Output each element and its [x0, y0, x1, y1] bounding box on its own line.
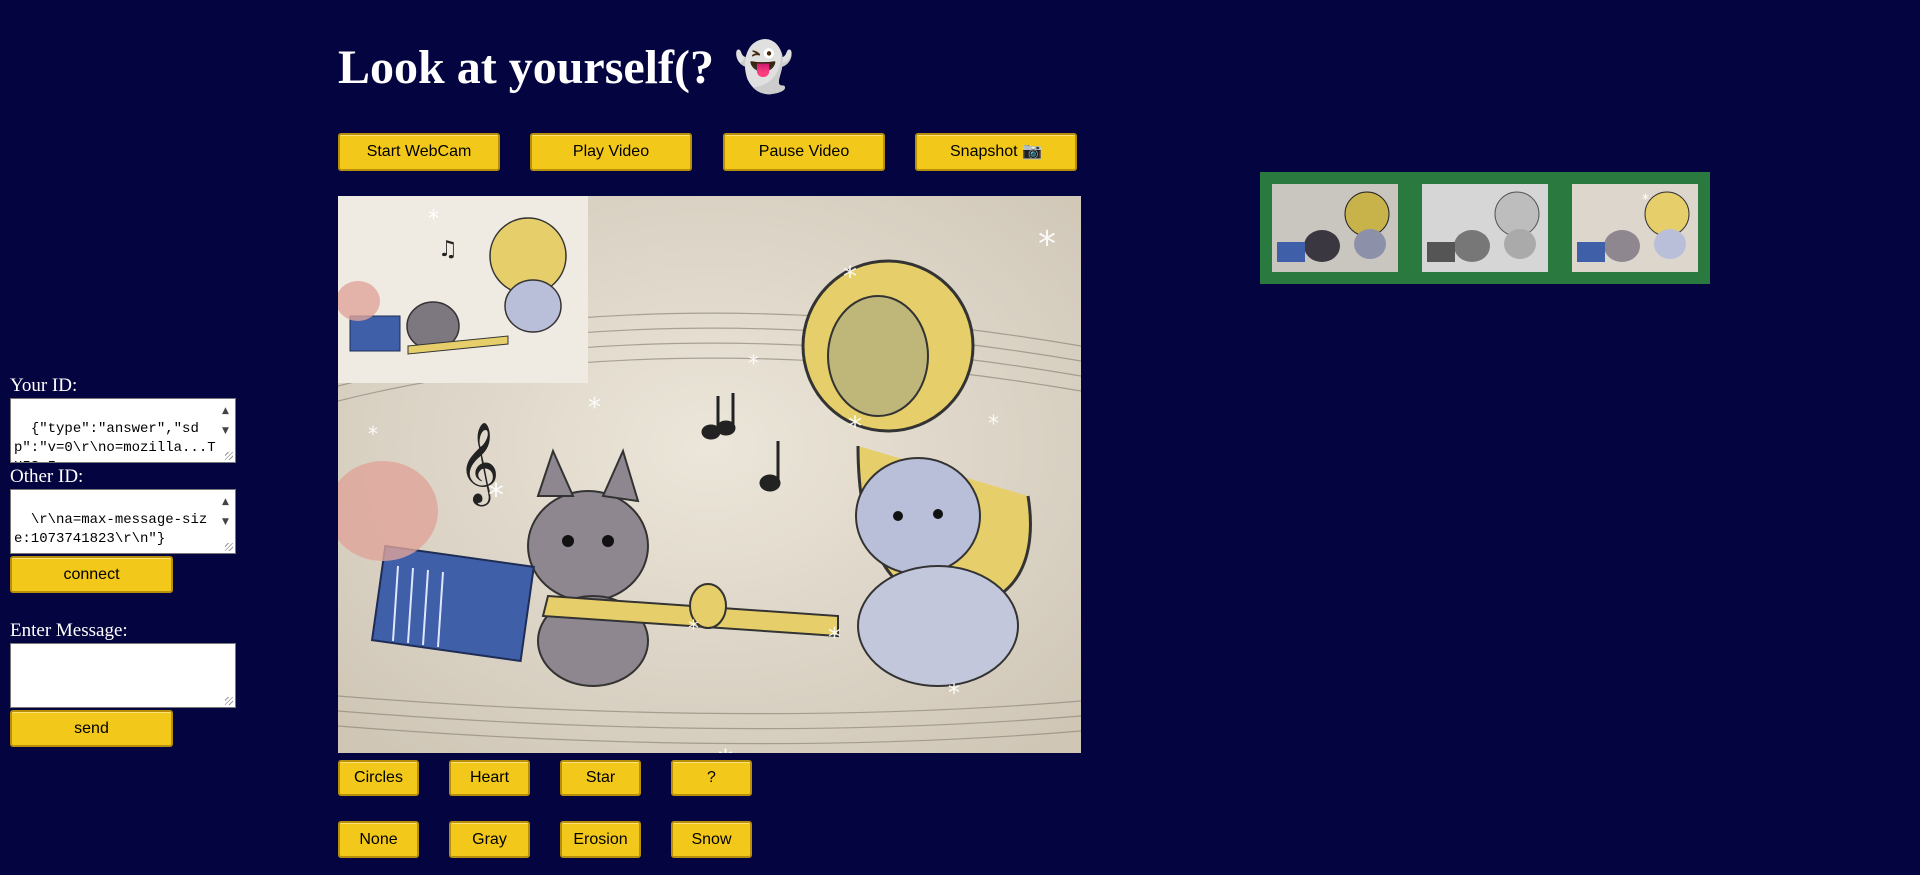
svg-text:♫: ♫: [438, 237, 458, 262]
svg-text:*: *: [368, 422, 378, 446]
filter-erosion-button[interactable]: Erosion: [560, 821, 641, 858]
svg-text:*: *: [718, 744, 733, 753]
ghost-icon: 👻: [733, 39, 794, 95]
your-id-text: {"type":"answer","sdp":"v=0\r\no=mozilla…: [14, 421, 216, 462]
filter-gray-button[interactable]: Gray: [449, 821, 530, 858]
page-title-text: Look at yourself(?: [338, 41, 714, 94]
svg-text:*: *: [428, 207, 439, 232]
snapshot-strip: *: [1260, 172, 1710, 284]
filter-snow-button[interactable]: Snow: [671, 821, 752, 858]
play-video-button[interactable]: Play Video: [530, 133, 692, 171]
svg-text:*: *: [1038, 224, 1056, 265]
svg-text:*: *: [748, 352, 759, 377]
shape-unknown-button[interactable]: ?: [671, 760, 752, 796]
svg-text:*: *: [828, 623, 841, 653]
svg-text:*: *: [843, 260, 857, 293]
page-title: Look at yourself(? 👻: [338, 38, 794, 95]
snapshot-button[interactable]: Snapshot 📷: [915, 133, 1077, 171]
filter-none-button[interactable]: None: [338, 821, 419, 858]
snapshot-thumbnail[interactable]: *: [1572, 184, 1698, 272]
snapshot-image: *: [1572, 184, 1698, 272]
pip-frame: ♫ *: [338, 196, 588, 383]
shape-star-button[interactable]: Star: [560, 760, 641, 796]
resize-grip-icon[interactable]: [225, 697, 233, 705]
svg-text:*: *: [848, 410, 862, 443]
your-id-label: Your ID:: [10, 375, 78, 396]
accordion-drawing: [370, 544, 535, 663]
video-canvas[interactable]: 𝄞 * * * * * * * * * * * * * *: [338, 196, 1081, 753]
send-button[interactable]: send: [10, 710, 173, 747]
message-input[interactable]: [10, 643, 236, 708]
resize-grip-icon[interactable]: [225, 543, 233, 551]
shape-heart-button[interactable]: Heart: [449, 760, 530, 796]
snapshot-image: [1422, 184, 1548, 272]
svg-text:*: *: [1642, 192, 1649, 208]
your-id-field[interactable]: {"type":"answer","sdp":"v=0\r\no=mozilla…: [10, 398, 236, 463]
svg-text:*: *: [488, 476, 504, 514]
pip-thumbnail: ♫ *: [338, 196, 588, 383]
svg-text:*: *: [588, 393, 601, 423]
snapshot-thumbnail[interactable]: [1422, 184, 1548, 272]
other-id-text: \r\na=max-message-size:1073741823\r\n"}: [14, 512, 208, 547]
snapshot-thumbnail[interactable]: [1272, 184, 1398, 272]
other-id-field[interactable]: \r\na=max-message-size:1073741823\r\n"} …: [10, 489, 236, 554]
pause-video-button[interactable]: Pause Video: [723, 133, 885, 171]
message-label: Enter Message:: [10, 620, 128, 641]
connect-button[interactable]: connect: [10, 556, 173, 593]
other-id-label: Other ID:: [10, 466, 84, 487]
snapshot-image: [1272, 184, 1398, 272]
resize-grip-icon[interactable]: [225, 452, 233, 460]
start-webcam-button[interactable]: Start WebCam: [338, 133, 500, 171]
svg-text:*: *: [948, 679, 960, 707]
shape-circles-button[interactable]: Circles: [338, 760, 419, 796]
svg-text:*: *: [688, 617, 699, 642]
svg-text:*: *: [988, 412, 999, 437]
